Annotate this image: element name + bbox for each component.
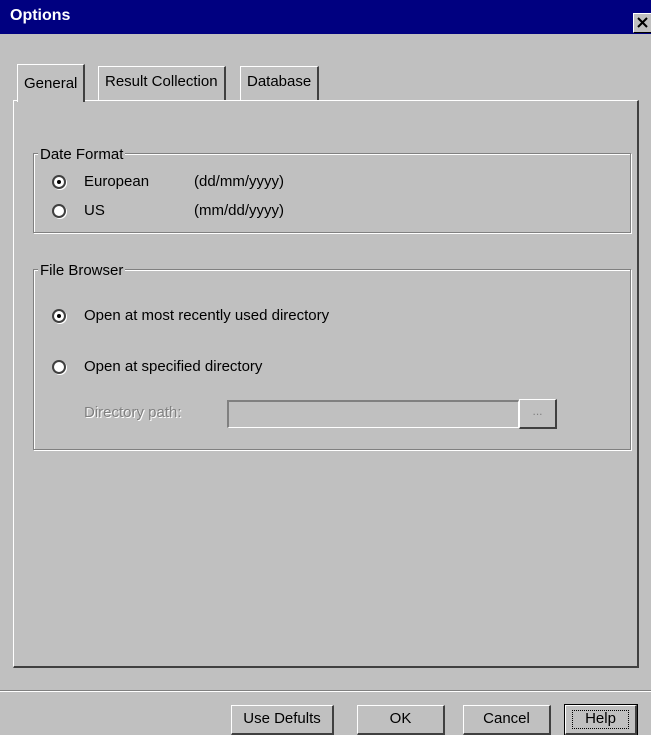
file-browser-title: File Browser [38, 262, 126, 280]
tab-result-collection[interactable]: Result Collection [98, 66, 226, 100]
tab-general-label: General [24, 75, 78, 92]
cancel-label: Cancel [483, 710, 530, 727]
directory-path-field[interactable] [227, 400, 519, 428]
use-defaults-button[interactable]: Use Defults [231, 705, 334, 735]
us-label[interactable]: US [84, 202, 105, 220]
help-button[interactable]: Help [564, 704, 638, 735]
radio-selected-dot [57, 314, 61, 318]
european-label[interactable]: European [84, 173, 149, 191]
use-defaults-label: Use Defults [243, 710, 321, 727]
us-radio[interactable] [52, 204, 66, 218]
directory-path-label: Directory path: [84, 404, 182, 421]
date-format-title: Date Format [38, 146, 126, 164]
recent-directory-radio[interactable] [52, 309, 66, 323]
window-title: Options [10, 7, 71, 24]
tab-database[interactable]: Database [240, 66, 320, 100]
tab-general[interactable]: General [17, 64, 86, 102]
specified-directory-radio[interactable] [52, 360, 66, 374]
ok-label: OK [389, 710, 412, 727]
browse-button[interactable]: ... [519, 399, 557, 429]
focus-rectangle [572, 710, 629, 729]
tab-database-label: Database [247, 73, 312, 90]
us-format: (mm/dd/yyyy) [194, 202, 284, 219]
bottom-separator [0, 690, 651, 692]
recent-directory-label[interactable]: Open at most recently used directory [84, 307, 329, 325]
radio-selected-dot [57, 180, 61, 184]
date-format-group [33, 153, 631, 233]
title-bar: Options [0, 0, 651, 34]
european-format: (dd/mm/yyyy) [194, 173, 284, 190]
specified-directory-label[interactable]: Open at specified directory [84, 358, 262, 376]
ok-button[interactable]: OK [357, 705, 445, 735]
tab-result-collection-label: Result Collection [105, 73, 218, 90]
close-icon [637, 17, 648, 28]
close-button[interactable] [633, 13, 651, 33]
european-radio[interactable] [52, 175, 66, 189]
cancel-button[interactable]: Cancel [463, 705, 551, 735]
